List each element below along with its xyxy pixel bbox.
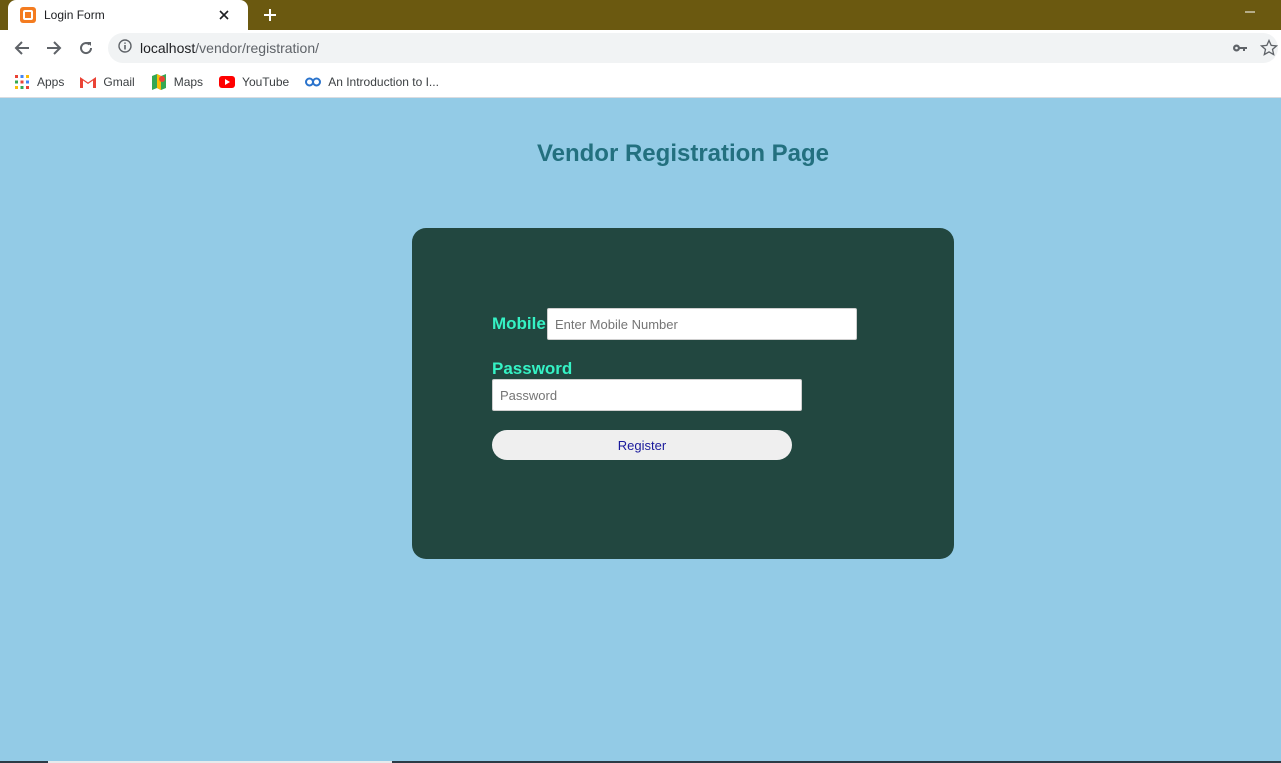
register-button[interactable]: Register xyxy=(492,430,792,460)
minimize-window-icon[interactable] xyxy=(1238,2,1262,22)
coursera-icon xyxy=(305,74,322,90)
bookmark-label: Gmail xyxy=(103,74,135,89)
bookmark-gmail[interactable]: Gmail xyxy=(80,74,135,90)
address-bar[interactable]: localhost/vendor/registration/ xyxy=(108,33,1279,63)
mobile-label: Mobile xyxy=(492,314,546,333)
maps-icon xyxy=(151,73,167,90)
apps-grid-icon xyxy=(14,74,30,90)
bookmark-label: YouTube xyxy=(242,74,290,89)
bookmark-maps[interactable]: Maps xyxy=(151,73,204,90)
url-path: /vendor/registration/ xyxy=(195,40,319,56)
password-input[interactable] xyxy=(492,379,802,411)
bookmarks-bar: Apps Gmail Maps YouTube An Introduction … xyxy=(0,66,1281,98)
password-label: Password xyxy=(492,359,573,378)
browser-tab[interactable]: Login Form xyxy=(8,0,248,30)
new-tab-icon[interactable] xyxy=(258,3,282,27)
bookmark-label: Maps xyxy=(173,74,204,89)
url-host: localhost xyxy=(140,40,196,56)
bookmark-star-icon[interactable] xyxy=(1259,38,1279,57)
site-info-icon[interactable] xyxy=(118,38,132,58)
registration-card: Mobile Password Register xyxy=(412,228,954,559)
bookmark-label: An Introduction to I... xyxy=(328,74,439,89)
youtube-icon xyxy=(219,74,236,90)
page-title: Vendor Registration Page xyxy=(536,140,830,167)
tab-title: Login Form xyxy=(44,8,105,22)
forward-arrow-icon[interactable] xyxy=(42,36,66,60)
xampp-favicon-icon xyxy=(20,7,36,23)
bookmark-apps[interactable]: Apps xyxy=(14,74,64,90)
bookmark-label: Apps xyxy=(37,74,65,89)
key-icon[interactable] xyxy=(1232,40,1248,56)
mobile-input[interactable] xyxy=(547,308,857,340)
back-arrow-icon[interactable] xyxy=(10,36,34,60)
bookmark-youtube[interactable]: YouTube xyxy=(219,74,289,90)
reload-icon[interactable] xyxy=(74,36,98,60)
tab-strip: Login Form xyxy=(0,0,1281,30)
browser-toolbar: localhost/vendor/registration/ xyxy=(0,30,1281,66)
bookmark-coursera[interactable]: An Introduction to I... xyxy=(305,74,439,90)
close-tab-icon[interactable] xyxy=(216,7,232,23)
gmail-icon xyxy=(80,74,97,90)
